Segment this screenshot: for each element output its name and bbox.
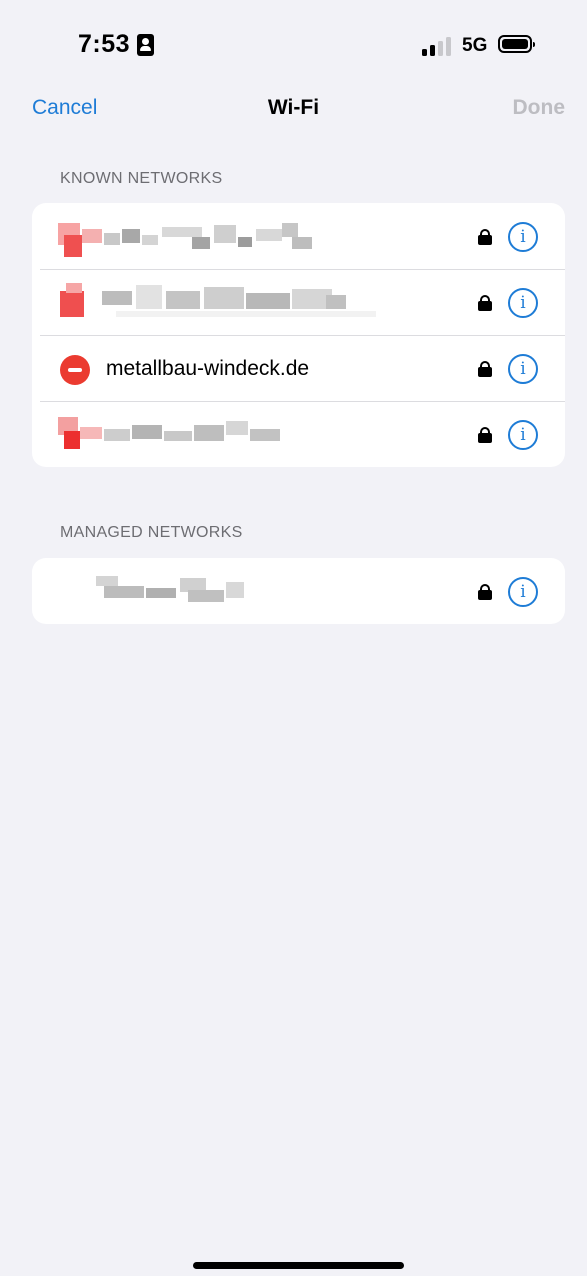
known-networks-header: KNOWN NETWORKS — [60, 170, 223, 187]
info-icon[interactable]: i — [508, 288, 538, 318]
home-indicator[interactable] — [193, 1262, 404, 1269]
contact-card-icon — [137, 34, 154, 56]
redacted-network-name — [56, 281, 386, 323]
status-time: 7:53 — [78, 30, 131, 58]
status-bar: 7:53 5G — [0, 0, 587, 90]
network-type: 5G — [462, 35, 488, 56]
navigation-bar: Cancel Wi-Fi Done — [0, 88, 587, 132]
known-networks-list: i i metallbau-windeck.de i i — [32, 203, 565, 467]
redacted-network-name — [56, 215, 316, 257]
lock-icon — [478, 229, 492, 245]
cellular-signal-icon — [422, 36, 454, 56]
known-network-row[interactable]: i — [32, 269, 565, 335]
battery-icon — [498, 35, 535, 53]
managed-networks-list: i — [32, 558, 565, 624]
network-name: metallbau-windeck.de — [106, 357, 310, 380]
info-icon[interactable]: i — [508, 354, 538, 384]
managed-networks-header: MANAGED NETWORKS — [60, 524, 243, 541]
lock-icon — [478, 427, 492, 443]
delete-minus-icon[interactable] — [60, 355, 90, 385]
known-network-row-metallbau[interactable]: metallbau-windeck.de i — [32, 335, 565, 401]
lock-icon — [478, 361, 492, 377]
done-button[interactable]: Done — [513, 96, 566, 120]
redacted-network-name — [92, 570, 252, 612]
known-network-row[interactable]: i — [32, 401, 565, 467]
info-icon[interactable]: i — [508, 222, 538, 252]
lock-icon — [478, 584, 492, 600]
lock-icon — [478, 295, 492, 311]
managed-network-row[interactable]: i — [32, 558, 565, 624]
cancel-button[interactable]: Cancel — [32, 96, 97, 120]
redacted-network-name — [56, 413, 296, 455]
info-icon[interactable]: i — [508, 577, 538, 607]
info-icon[interactable]: i — [508, 420, 538, 450]
known-network-row[interactable]: i — [32, 203, 565, 269]
